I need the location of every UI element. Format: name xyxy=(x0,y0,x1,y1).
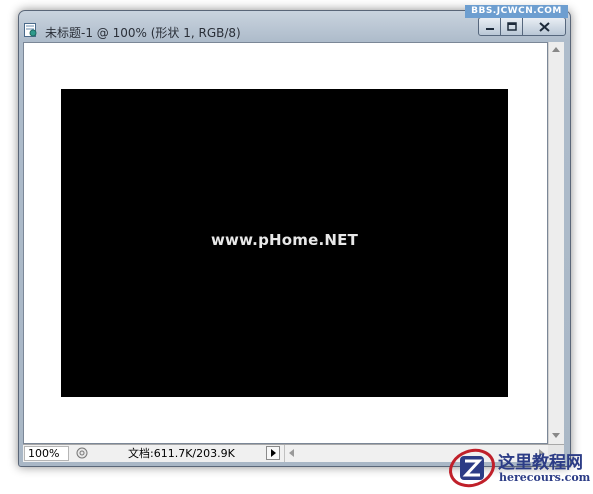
minimize-button[interactable] xyxy=(478,17,501,36)
forum-watermark: BBS.JCWCN.COM xyxy=(465,5,568,18)
maximize-button[interactable] xyxy=(500,17,523,36)
canvas-area[interactable]: www.pHome.NET xyxy=(23,42,548,444)
scroll-left-icon[interactable] xyxy=(289,449,294,457)
scroll-down-icon[interactable] xyxy=(552,433,560,438)
logo-mark-icon xyxy=(449,448,495,488)
zoom-field[interactable]: 100% xyxy=(24,446,69,461)
status-info-icon[interactable] xyxy=(76,447,88,459)
window-title: 未标题-1 @ 100% (形状 1, RGB/8) xyxy=(45,26,241,40)
maximize-icon xyxy=(506,22,517,31)
close-icon xyxy=(538,21,550,32)
document-icon xyxy=(24,23,37,37)
logo-subtitle: herecours.com xyxy=(499,471,591,484)
scroll-up-icon[interactable] xyxy=(552,47,560,52)
close-button[interactable] xyxy=(522,17,566,36)
site-logo: 这里教程网 herecours.com xyxy=(446,446,591,490)
shape-layer[interactable]: www.pHome.NET xyxy=(61,89,508,397)
status-menu-button[interactable] xyxy=(266,446,280,460)
canvas-watermark: www.pHome.NET xyxy=(210,231,359,249)
vertical-scrollbar[interactable] xyxy=(548,42,564,444)
minimize-icon xyxy=(485,27,494,30)
document-window[interactable]: 未标题-1 @ 100% (形状 1, RGB/8) www.pHome.NET xyxy=(18,10,571,467)
logo-title: 这里教程网 xyxy=(498,453,583,473)
document-size-info: 文档:611.7K/203.9K xyxy=(128,447,235,460)
